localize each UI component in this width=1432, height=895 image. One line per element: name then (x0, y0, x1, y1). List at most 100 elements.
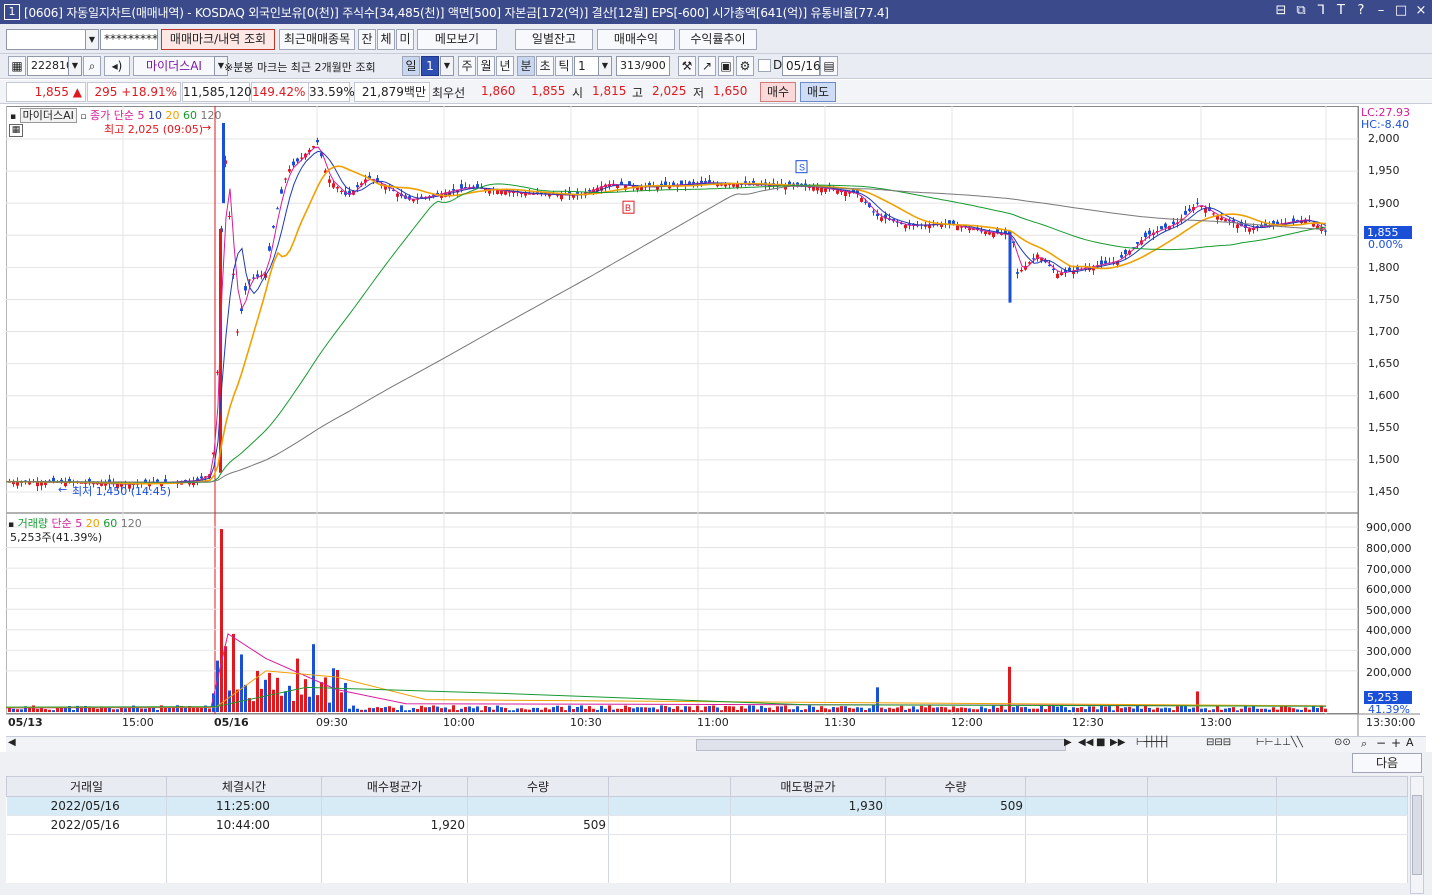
candle-body (988, 232, 991, 235)
day-count-dropdown-icon[interactable]: ▼ (440, 56, 454, 76)
volume-tick: 600,000 (1366, 583, 1412, 596)
volume-bar (196, 708, 199, 712)
table-scroll-thumb[interactable] (1412, 795, 1422, 875)
code-dropdown-icon[interactable]: ▼ (68, 56, 82, 76)
volume-bar (588, 706, 591, 712)
link-icon[interactable]: ⊟ (1274, 3, 1288, 18)
calendar-icon[interactable]: ▤ (820, 56, 838, 76)
grid-toggle-icon[interactable]: ▦ (9, 124, 23, 137)
col-buy-qty[interactable]: 수량 (467, 776, 609, 797)
col-sell-qty[interactable]: 수량 (885, 776, 1026, 797)
text-tool-icon[interactable]: A (1406, 736, 1414, 749)
drawing-tools-icon[interactable]: ⊢⊢⊥⊥╲╲ (1256, 737, 1303, 748)
maximize-icon[interactable]: □ (1394, 3, 1408, 18)
buy-button[interactable]: 매수 (760, 82, 796, 102)
table-row[interactable]: 2022/05/16 10:44:00 1,920 509 (6, 815, 1408, 835)
chart-tools-icon[interactable]: ⚒ (678, 56, 696, 76)
period-minute[interactable]: 분 (517, 56, 535, 76)
trade-profit-button[interactable]: 매매수익 (597, 29, 675, 50)
restore-icon[interactable]: ⧉ (1294, 3, 1308, 18)
period-value-input[interactable]: 1 (574, 56, 600, 76)
volume-bar (1052, 705, 1055, 712)
col-blank[interactable] (1147, 776, 1277, 797)
zoom-out-icon[interactable]: − (1376, 736, 1386, 750)
volume-bar (788, 709, 791, 712)
daily-balance-button[interactable]: 일별잔고 (515, 29, 593, 50)
forward-icon[interactable]: ▶▶ (1110, 737, 1125, 748)
volume-bar (1312, 705, 1315, 712)
memo-view-button[interactable]: 메모보기 (417, 29, 497, 50)
col-time[interactable]: 체결시간 (166, 776, 322, 797)
candle-body (844, 191, 847, 197)
volume-bar (1032, 708, 1035, 712)
volume-bar (904, 709, 907, 712)
price-tick: 1,450 (1368, 485, 1400, 498)
cell-blank (1276, 796, 1408, 816)
unfilled-button[interactable]: 미 (396, 29, 414, 50)
midas-ai-selector[interactable]: 마이더스AI (133, 56, 215, 76)
recent-trades-button[interactable]: 최근매매종목 (279, 29, 355, 50)
filled-button[interactable]: 체 (377, 29, 395, 50)
col-blank[interactable] (1276, 776, 1408, 797)
scroll-thumb[interactable] (696, 739, 1066, 751)
save-icon[interactable]: ▣ (718, 56, 734, 76)
speaker-icon[interactable]: ◂) (104, 56, 130, 76)
volume-bar (640, 707, 643, 712)
scroll-left-icon[interactable]: ◀ (8, 737, 16, 748)
zoom-in-icon[interactable]: + (1391, 736, 1401, 750)
period-value-dropdown-icon[interactable]: ▼ (598, 56, 612, 76)
period-day-count[interactable]: 1 (421, 56, 439, 76)
cycle-icon[interactable]: ⊙⊙ (1334, 737, 1351, 748)
balance-button[interactable]: 잔 (358, 29, 376, 50)
period-second[interactable]: 초 (536, 56, 554, 76)
date-checkbox[interactable] (758, 59, 771, 72)
col-blank[interactable] (1025, 776, 1148, 797)
col-buy-avg[interactable]: 매수평균가 (321, 776, 468, 797)
close-icon[interactable]: × (1414, 3, 1428, 18)
password-field[interactable]: ********* (100, 29, 158, 50)
chart-canvas[interactable]: BS (6, 106, 1420, 736)
sell-button[interactable]: 매도 (800, 82, 836, 102)
account-dropdown-icon[interactable]: ▼ (85, 29, 99, 50)
volume-bar (1100, 706, 1103, 712)
price-chart[interactable]: BS ▪ 마이더스AI ▫ 종가 단순 5 10 20 60 120 ▦ 최고 … (6, 106, 1420, 736)
account-input[interactable] (6, 29, 86, 50)
volume-bar (388, 706, 391, 712)
col-sell-avg[interactable]: 매도평균가 (730, 776, 886, 797)
date-input[interactable]: 05/16 (782, 56, 821, 76)
period-day[interactable]: 일 (402, 56, 420, 76)
bar-count-field[interactable]: 313/900 (616, 56, 670, 76)
trade-mark-query-button[interactable]: 매매마크/내역 조회 (161, 29, 275, 50)
window-controls: ⊟ ⧉ ᒣ T ? – □ × (1274, 3, 1428, 18)
font-icon[interactable]: T (1334, 3, 1348, 18)
split-view-icon[interactable]: ⊟⊟⊟ (1206, 737, 1231, 748)
rewind-icon[interactable]: ◀◀ (1078, 737, 1093, 748)
period-week[interactable]: 주 (458, 56, 476, 76)
volume-bar (200, 707, 203, 712)
overlay-icon[interactable]: ↗ (698, 56, 716, 76)
period-year[interactable]: 년 (496, 56, 514, 76)
gear-icon[interactable]: ⚙ (736, 56, 754, 76)
chart-scrollbar[interactable]: ◀ ▶ ◀◀ ■ ▶▶ ⊢┼┼┼┼┤ ⊟⊟⊟ ⊢⊢⊥⊥╲╲ ⊙⊙ ⌕ − + A (6, 736, 1426, 752)
zoom-slider-icon[interactable]: ⊢┼┼┼┼┤ (1136, 737, 1170, 748)
col-blank[interactable] (608, 776, 731, 797)
period-month[interactable]: 월 (477, 56, 495, 76)
pin-icon[interactable]: ᒣ (1314, 3, 1328, 18)
table-row[interactable]: 2022/05/16 11:25:00 1,930 509 (6, 796, 1408, 816)
price-tick: 1,900 (1368, 197, 1400, 210)
scroll-right-icon[interactable]: ▶ (1064, 737, 1072, 748)
search-icon[interactable]: ⌕ (83, 56, 101, 76)
volume-bar (312, 644, 315, 712)
table-scrollbar[interactable] (1410, 776, 1424, 894)
help-icon[interactable]: ? (1354, 3, 1368, 18)
stock-code-input[interactable]: 222810 (27, 56, 73, 76)
minimize-icon[interactable]: – (1374, 3, 1388, 18)
col-date[interactable]: 거래일 (6, 776, 167, 797)
period-tick[interactable]: 틱 (555, 56, 573, 76)
legend-indicator-tag[interactable]: 마이더스AI (19, 108, 77, 123)
layout-icon[interactable]: ▦ (8, 56, 26, 76)
stop-icon[interactable]: ■ (1096, 737, 1105, 748)
next-button[interactable]: 다음 (1352, 753, 1422, 773)
return-trend-button[interactable]: 수익률추이 (679, 29, 757, 50)
magnify-icon[interactable]: ⌕ (1361, 737, 1367, 751)
